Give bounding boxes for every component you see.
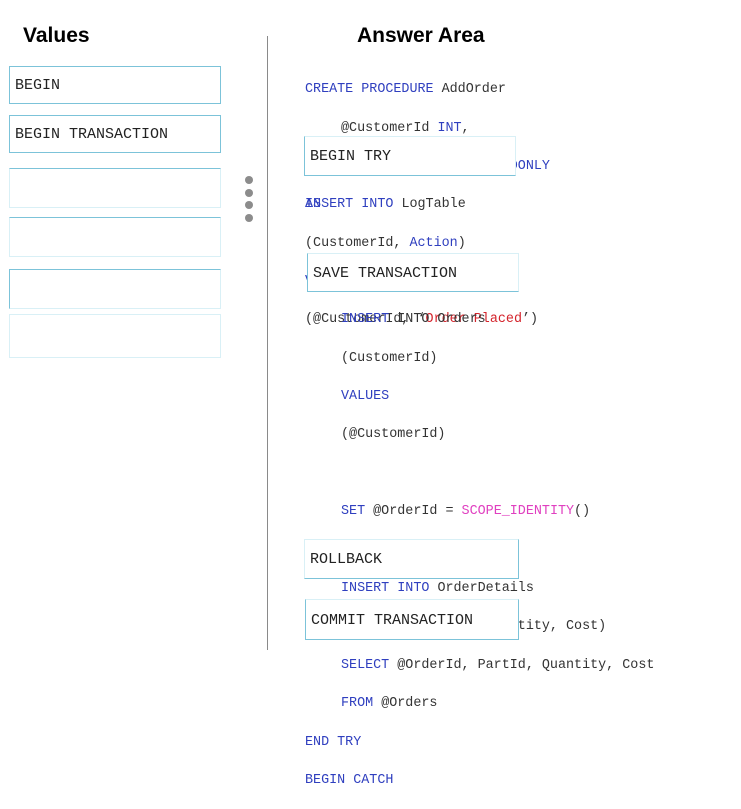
code-line: INSERT INTO Orders bbox=[305, 310, 654, 329]
code-line: BEGIN CATCH bbox=[305, 771, 654, 790]
answer-area-heading: Answer Area bbox=[357, 24, 485, 47]
code-line: (CustomerId) bbox=[305, 349, 654, 368]
code-line: CREATE PROCEDURE AddOrder bbox=[305, 80, 550, 99]
handle-dot bbox=[245, 176, 253, 184]
code-keyword: INSERT INTO bbox=[305, 197, 394, 213]
code-line: INSERT INTO LogTable bbox=[305, 195, 538, 214]
code-keyword: Action bbox=[409, 235, 458, 251]
code-keyword: BEGIN CATCH bbox=[305, 773, 394, 789]
code-text: () bbox=[574, 504, 591, 520]
code-text: (@CustomerId) bbox=[341, 427, 446, 443]
code-text: @OrderId = bbox=[365, 504, 462, 520]
answer-slot-4[interactable]: COMMIT TRANSACTION bbox=[305, 599, 519, 640]
code-text: INTO Orders bbox=[389, 312, 486, 328]
value-tile-empty[interactable] bbox=[9, 168, 221, 208]
code-keyword: VALUES bbox=[341, 389, 390, 405]
code-text: @OrderId, PartId, Quantity, Cost bbox=[389, 657, 655, 673]
code-text: (CustomerId, bbox=[305, 235, 410, 251]
code-text: @Orders bbox=[373, 696, 438, 712]
code-line: SET @OrderId = SCOPE_IDENTITY() bbox=[305, 502, 654, 521]
code-text: OrderDetails bbox=[429, 581, 534, 597]
value-tile-begin[interactable]: BEGIN bbox=[9, 66, 221, 104]
code-keyword: INT bbox=[437, 120, 462, 136]
value-tile-empty[interactable] bbox=[9, 269, 221, 309]
code-line: END TRY bbox=[305, 733, 654, 752]
code-line: (CustomerId, Action) bbox=[305, 234, 538, 253]
code-keyword: SELECT bbox=[341, 657, 390, 673]
code-function: SCOPE_IDENTITY bbox=[461, 504, 575, 520]
value-tile-empty[interactable] bbox=[9, 314, 221, 358]
code-text: LogTable bbox=[393, 197, 466, 213]
answer-slot-1[interactable]: BEGIN TRY bbox=[304, 136, 516, 176]
value-tile-empty[interactable] bbox=[9, 217, 221, 257]
code-keyword: FROM bbox=[341, 696, 374, 712]
code-text: AddOrder bbox=[433, 82, 506, 98]
handle-dot bbox=[245, 214, 253, 223]
handle-dot bbox=[245, 188, 253, 197]
code-keyword: CREATE PROCEDURE bbox=[305, 82, 434, 98]
code-keyword: END TRY bbox=[305, 734, 362, 750]
code-line: @CustomerId INT, bbox=[305, 119, 550, 138]
answer-slot-3[interactable]: ROLLBACK bbox=[304, 539, 519, 579]
handle-dot bbox=[245, 201, 253, 210]
value-tile-begin-transaction[interactable]: BEGIN TRANSACTION bbox=[9, 115, 221, 153]
code-keyword: SET bbox=[341, 504, 366, 520]
code-line: SELECT @OrderId, PartId, Quantity, Cost bbox=[305, 656, 654, 675]
code-keyword: INSERT bbox=[341, 312, 390, 328]
values-heading: Values bbox=[23, 24, 90, 47]
code-line: VALUES bbox=[305, 387, 654, 406]
code-text: @CustomerId bbox=[341, 120, 438, 136]
code-text: , bbox=[461, 120, 470, 136]
code-text: ) bbox=[457, 235, 466, 251]
drag-handle-icon[interactable] bbox=[245, 176, 253, 227]
panel-divider bbox=[267, 36, 268, 650]
code-text: (CustomerId) bbox=[341, 350, 438, 366]
code-line: FROM @Orders bbox=[305, 694, 654, 713]
code-line: (@CustomerId) bbox=[305, 425, 654, 444]
answer-slot-2[interactable]: SAVE TRANSACTION bbox=[307, 253, 519, 292]
